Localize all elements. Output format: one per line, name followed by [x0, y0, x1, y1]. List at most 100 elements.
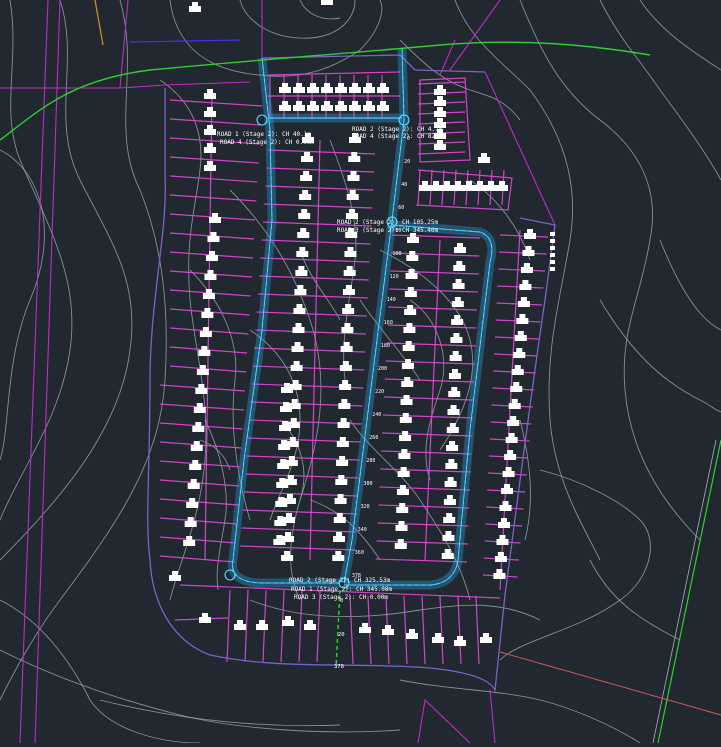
building-footprint — [434, 144, 446, 150]
chainage-label-ch-road2-bot: ROAD 2 (Stage 2): CH 325.53m — [289, 577, 391, 584]
building-footprint — [398, 453, 411, 459]
building-footprint — [441, 553, 454, 559]
building-footprint — [513, 352, 526, 358]
building-footprint — [334, 498, 347, 504]
building-footprint — [276, 482, 289, 488]
building-footprint — [430, 185, 442, 191]
building-footprint — [517, 301, 530, 307]
building-footprint — [295, 270, 308, 276]
building-footprint — [204, 93, 216, 99]
station-label: 160 — [384, 320, 393, 326]
building-footprint — [499, 505, 512, 511]
building-footprint — [337, 422, 350, 428]
building-footprint — [281, 555, 294, 561]
building-footprint — [282, 620, 294, 626]
station-label: 120 — [390, 274, 399, 280]
building-footprint — [349, 105, 361, 111]
building-footprint — [511, 369, 524, 375]
building-footprint — [402, 345, 415, 351]
building-footprint — [336, 460, 349, 466]
building-footprint — [338, 403, 351, 409]
building-footprint — [274, 520, 287, 526]
station-label: 240 — [372, 412, 381, 418]
building-footprint — [301, 156, 314, 162]
chainage-label-ch-road3-mid: ROAD 3 (Stage 2): CH 345.40m — [337, 227, 439, 234]
building-footprint — [447, 409, 460, 415]
building-footprint — [204, 165, 216, 171]
building-footprint — [463, 185, 475, 191]
building-footprint — [519, 284, 532, 290]
building-footprint — [169, 575, 181, 581]
building-footprint — [207, 236, 220, 242]
building-footprint — [186, 502, 199, 508]
building-footprint — [359, 627, 371, 633]
building-footprint — [444, 481, 457, 487]
building-footprint — [434, 100, 446, 106]
building-footprint — [346, 194, 359, 200]
building-footprint — [504, 454, 517, 460]
building-footprint — [189, 6, 201, 12]
building-footprint — [400, 399, 413, 405]
building-footprint — [279, 87, 291, 93]
building-footprint — [496, 185, 508, 191]
building-footprint — [234, 624, 246, 630]
building-footprint — [480, 637, 492, 643]
building-footprint — [493, 573, 506, 579]
building-footprint — [452, 283, 465, 289]
building-footprint — [446, 427, 459, 433]
site-plan-drawing[interactable]: 0204060801001201401601802002202402602803… — [0, 0, 721, 744]
building-footprint — [340, 346, 353, 352]
building-footprint — [478, 157, 490, 163]
cad-drawing-viewport[interactable]: 0 20 40 60 80 100 120 140 160 180 200 220 240 260 280 3… — [0, 0, 721, 744]
building-footprint — [453, 265, 466, 271]
building-footprint — [501, 488, 514, 494]
building-footprint — [443, 499, 456, 505]
building-footprint — [432, 637, 444, 643]
building-footprint — [333, 536, 346, 542]
station-label: 280 — [366, 458, 375, 464]
building-footprint — [184, 521, 197, 527]
building-footprint — [335, 479, 348, 485]
building-footprint — [474, 185, 486, 191]
chainage-label-ch-road1-top: ROAD 1 (Stage 2): CH 40.1m — [217, 131, 311, 138]
building-footprint — [275, 501, 288, 507]
building-footprint — [293, 308, 306, 314]
building-footprint — [452, 185, 464, 191]
station-label: 200 — [378, 366, 387, 372]
building-footprint — [298, 213, 311, 219]
building-footprint — [449, 355, 462, 361]
building-footprint — [448, 391, 461, 397]
building-footprint — [505, 437, 518, 443]
building-footprint — [445, 463, 458, 469]
building-footprint — [507, 420, 520, 426]
building-footprint — [199, 331, 212, 337]
building-footprint — [204, 129, 216, 135]
building-footprint — [485, 185, 497, 191]
building-footprint — [451, 319, 464, 325]
building-footprint — [451, 301, 464, 307]
building-footprint — [494, 556, 507, 562]
building-footprint — [273, 539, 286, 545]
building-footprint — [304, 624, 316, 630]
building-footprint — [341, 327, 354, 333]
building-footprint — [335, 105, 347, 111]
station-label: 378 — [334, 664, 344, 670]
station-label: 340 — [358, 527, 367, 533]
building-footprint — [401, 381, 414, 387]
station-label: 60 — [398, 205, 404, 211]
building-footprint — [377, 105, 389, 111]
building-footprint — [454, 247, 466, 253]
building-footprint — [403, 327, 416, 333]
building-footprint — [377, 87, 389, 93]
building-footprint — [201, 312, 214, 318]
building-footprint — [299, 194, 312, 200]
building-footprint — [297, 232, 310, 238]
building-footprint — [450, 337, 463, 343]
building-footprint — [405, 273, 418, 279]
chainage-label-ch-road4-left: ROAD 4 (Stage 2): CH 0.00m — [220, 139, 314, 146]
building-footprint — [396, 507, 409, 513]
building-footprint — [278, 444, 291, 450]
building-footprint — [296, 251, 309, 257]
building-footprint — [394, 543, 407, 549]
station-label: 260 — [369, 435, 378, 441]
